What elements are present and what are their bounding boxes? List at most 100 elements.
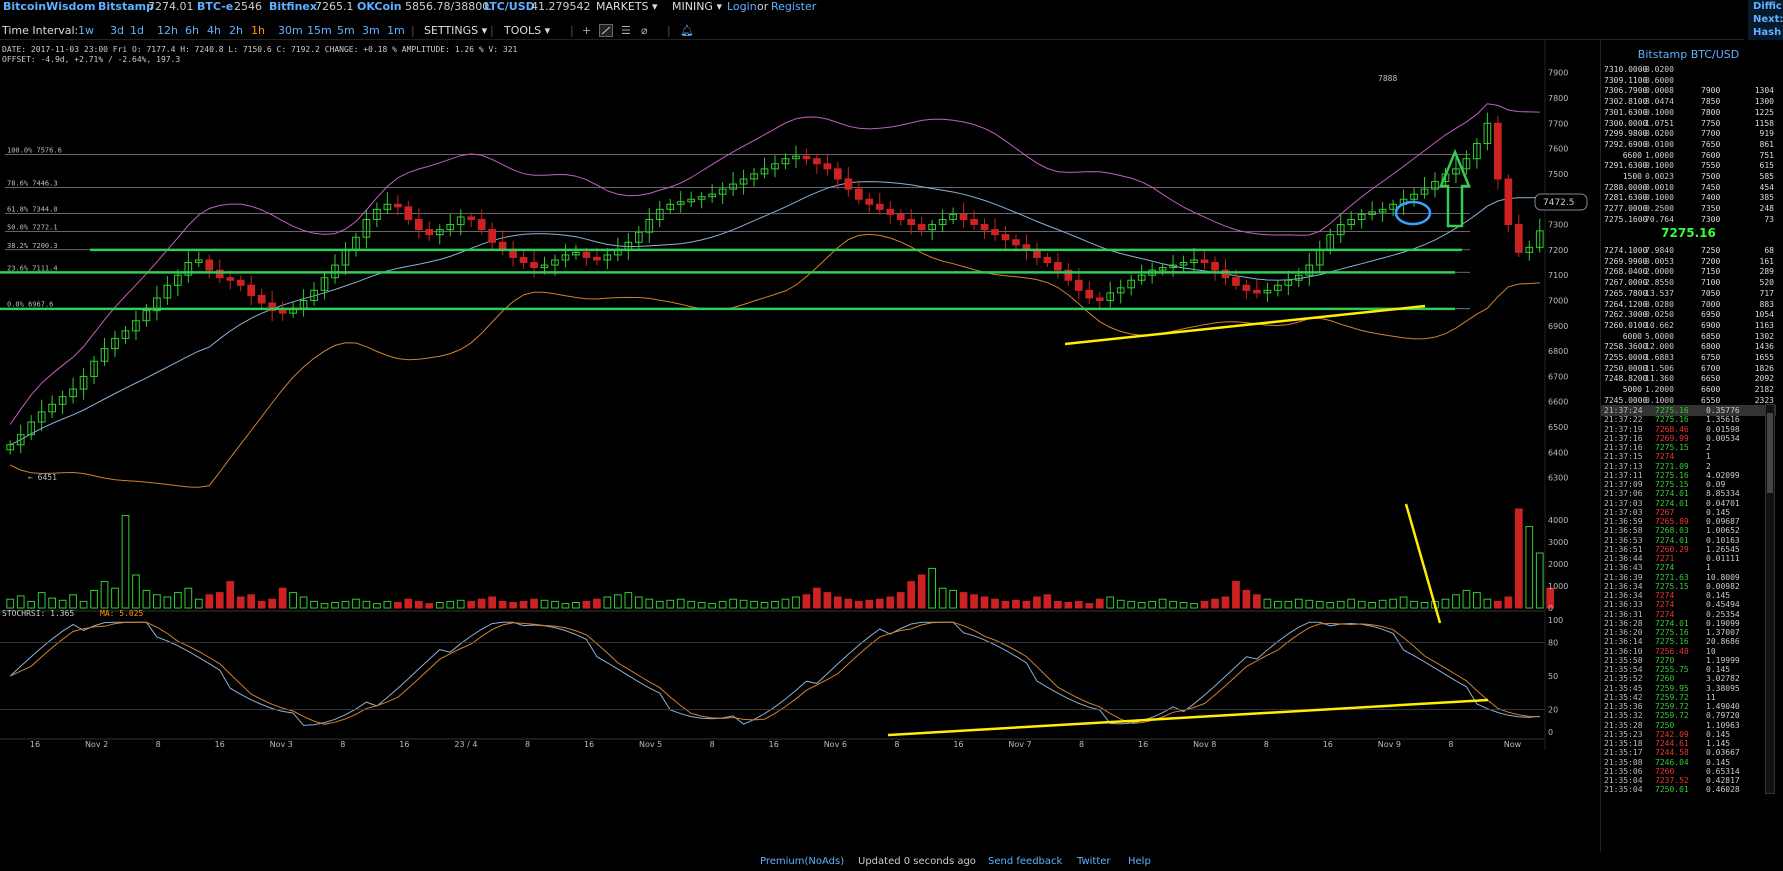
ask-price: 7281.6300 [1604, 193, 1648, 203]
volume-bar [1336, 600, 1345, 609]
volume-bar [739, 599, 748, 609]
time-tick-label: 8 [1079, 740, 1084, 749]
price-tick-label: 7500 [1548, 170, 1568, 179]
candle-down [1211, 262, 1219, 271]
interval-3d[interactable]: 3d [110, 24, 124, 38]
feedback-link[interactable]: Send feedback [988, 856, 1062, 868]
line-tool-icon[interactable] [599, 24, 613, 37]
volume-bar [655, 600, 664, 609]
volume-bar [1232, 581, 1240, 609]
orderbook-title[interactable]: Bitstamp BTC/USD [1601, 48, 1776, 61]
price-tick-label: 7800 [1548, 94, 1568, 103]
ticker-ltcusd-link[interactable]: LTC/USD [484, 0, 535, 14]
volume-bar [634, 596, 643, 609]
fib-tool-icon[interactable]: ⌀ [641, 24, 648, 38]
bid-amount: 2.0000 [1645, 267, 1674, 277]
candle-down [425, 229, 434, 236]
candle-down [257, 294, 266, 304]
depth-price: 6900 [1701, 320, 1721, 330]
ask-amount: 0.0100 [1645, 139, 1674, 149]
bid-amount: 0.0053 [1645, 256, 1674, 266]
interval-4h[interactable]: 4h [207, 24, 221, 38]
volume-bar [697, 602, 706, 609]
settings-menu[interactable]: SETTINGS ▾ [424, 24, 487, 38]
mining-menu[interactable]: MINING ▾ [672, 0, 722, 14]
time-tick-label: 23 / 4 [454, 740, 477, 749]
hlines-tool-icon[interactable]: ☰ [621, 24, 631, 38]
tools-menu[interactable]: TOOLS ▾ [504, 24, 550, 38]
ask-price: 7291.6300 [1604, 161, 1648, 171]
candle-down [823, 163, 832, 170]
interval-6h[interactable]: 6h [185, 24, 199, 38]
alert-bell-icon[interactable]: 🔔︎ [680, 24, 694, 38]
ask-amount: 0.0023 [1645, 172, 1674, 181]
depth-price: 7500 [1701, 172, 1721, 181]
volume-bar [1074, 600, 1083, 609]
volume-bar [121, 515, 130, 609]
price-chart[interactable]: 100.0% 7576.6 78.6% 7446.3 61.8% 7344.0 50.… [0, 40, 1600, 852]
interval-1w[interactable]: 1w [78, 24, 94, 38]
interval-12h[interactable]: 12h [157, 24, 178, 38]
candle-down [991, 229, 999, 236]
moving-average-line [9, 181, 1540, 446]
interval-30m[interactable]: 30m [278, 24, 303, 38]
low-price-label: ← 6451 [28, 473, 57, 482]
toolbar-divider: | [570, 24, 574, 37]
time-tick-label: Nov 3 [270, 740, 293, 749]
markets-menu[interactable]: MARKETS ▾ [596, 0, 658, 14]
candle-down [467, 216, 476, 220]
time-tick-label: Nov 5 [639, 740, 662, 749]
trades-scrollbar[interactable] [1765, 404, 1775, 794]
candle-down [519, 256, 528, 264]
interval-3m[interactable]: 3m [362, 24, 380, 38]
bid-price: 7269.9900 [1604, 256, 1648, 266]
time-tick-label: 8 [156, 740, 161, 749]
ticker-bitfinex-price: 7265.1 [315, 0, 354, 13]
volume-bar [540, 599, 549, 609]
ticker-bitstamp-link[interactable]: Bitstamp [98, 0, 154, 14]
premium-link[interactable]: Premium(NoAds) [760, 856, 844, 868]
volume-bar [928, 567, 936, 609]
interval-15m[interactable]: 15m [307, 24, 332, 38]
scrollbar-thumb[interactable] [1767, 413, 1773, 493]
interval-1m[interactable]: 1m [387, 24, 405, 38]
interval-1h[interactable]: 1h [251, 24, 265, 38]
ask-amount: 0.1000 [1645, 161, 1674, 171]
crosshair-tool-icon[interactable]: + [582, 24, 591, 38]
time-interval-label: Time Interval: [2, 24, 79, 37]
volume-bar [896, 592, 905, 609]
volume-bar [875, 598, 884, 609]
bid-price: 7250.0000 [1604, 363, 1648, 373]
interval-1d[interactable]: 1d [130, 24, 144, 38]
brand-logo-link[interactable]: BitcoinWisdom [3, 0, 95, 14]
ticker-btce-link[interactable]: BTC-e [197, 0, 233, 14]
price-tick-label: 7200 [1548, 246, 1568, 255]
volume-bar [949, 589, 957, 609]
help-link[interactable]: Help [1128, 856, 1151, 868]
ask-amount: 1.0751 [1645, 118, 1674, 128]
interval-2h[interactable]: 2h [229, 24, 243, 38]
register-link[interactable]: Register [771, 0, 816, 14]
volume-tick-label: 3000 [1548, 538, 1568, 547]
candle-down [582, 251, 591, 258]
time-tick-label: 16 [1323, 740, 1333, 749]
ticker-okcoin-link[interactable]: OKCoin [357, 0, 402, 14]
volume-bar [247, 594, 256, 609]
interval-5m[interactable]: 5m [337, 24, 355, 38]
ticker-bitfinex-link[interactable]: Bitfinex [269, 0, 317, 14]
volume-bar [1378, 599, 1387, 609]
candle-down [247, 284, 256, 296]
volume-bar [1095, 598, 1104, 609]
depth-sum: 2092 [1754, 374, 1774, 384]
login-link[interactable]: Login [727, 0, 757, 14]
volume-bar [16, 595, 25, 609]
volume-tick-label: 4000 [1548, 516, 1568, 525]
ask-price: 6600 [1622, 150, 1642, 160]
ask-price: 7275.1600 [1604, 214, 1648, 224]
volume-bar [1148, 600, 1156, 609]
volume-bar [970, 594, 978, 609]
stochrsi-label: STOCHRSI: 1.365 [2, 609, 74, 618]
twitter-link[interactable]: Twitter [1077, 856, 1111, 868]
bid-price: 7274.1000 [1604, 246, 1648, 255]
volume-bar [48, 597, 56, 609]
